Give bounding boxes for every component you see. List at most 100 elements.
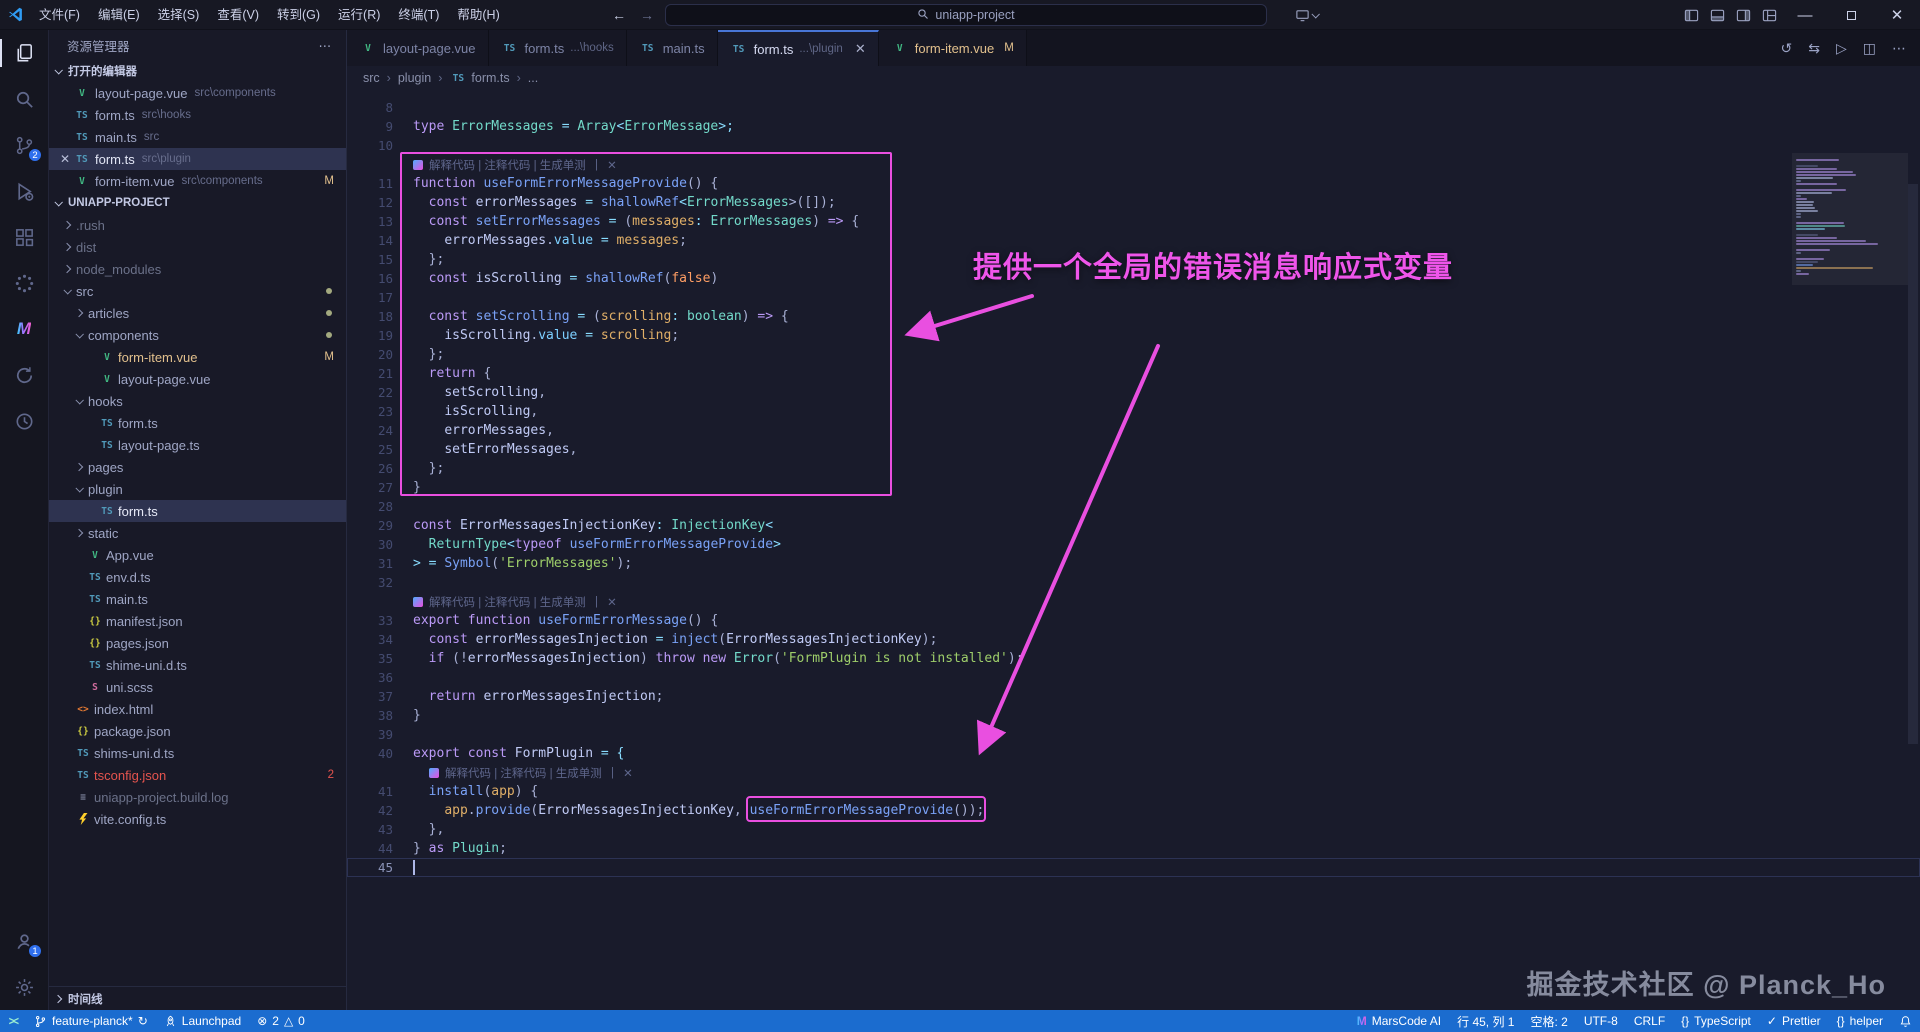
- breadcrumb-item[interactable]: src: [363, 71, 380, 85]
- status-cursor-position[interactable]: 行 45, 列 1: [1449, 1010, 1522, 1032]
- chevron-down-icon[interactable]: [71, 398, 86, 404]
- tree-item[interactable]: ≡uniapp-project.build.log: [49, 786, 346, 808]
- toggle-panel-icon[interactable]: [1704, 0, 1730, 30]
- codelens-label[interactable]: 解释代码 | 注释代码 | 生成单测: [429, 157, 586, 173]
- activity-marscode-ai[interactable]: M: [0, 306, 48, 352]
- compare-changes-icon[interactable]: ⇆: [1808, 40, 1820, 57]
- explorer-more-actions-icon[interactable]: ⋯: [319, 38, 333, 53]
- status-language-mode[interactable]: {}TypeScript: [1673, 1010, 1759, 1032]
- chevron-down-icon[interactable]: [71, 332, 86, 338]
- menu-item[interactable]: 查看(V): [208, 0, 268, 30]
- open-editors-header[interactable]: 打开的编辑器: [49, 60, 346, 82]
- activity-account[interactable]: 1: [0, 918, 48, 964]
- tree-item[interactable]: hooks: [49, 390, 346, 412]
- chevron-down-icon[interactable]: [59, 288, 74, 294]
- maximize-button[interactable]: [1828, 0, 1874, 30]
- status-prettier[interactable]: ✓Prettier: [1759, 1010, 1829, 1032]
- codelens-actions[interactable]: 解释代码 | 注释代码 | 生成单测 | ✕: [413, 157, 617, 173]
- status-encoding[interactable]: UTF-8: [1576, 1010, 1626, 1032]
- tree-item[interactable]: .rush: [49, 214, 346, 236]
- toggle-secondary-sidebar-icon[interactable]: [1730, 0, 1756, 30]
- tree-item[interactable]: TSform.ts: [49, 500, 346, 522]
- menu-item[interactable]: 文件(F): [30, 0, 89, 30]
- editor-tab[interactable]: Vlayout-page.vue: [347, 30, 489, 66]
- open-editor-item[interactable]: ✕TSform.tssrc\plugin: [49, 148, 346, 170]
- timeline-history-icon[interactable]: ↺: [1781, 40, 1793, 57]
- chevron-right-icon[interactable]: [59, 222, 74, 228]
- editor-tab[interactable]: TSform.ts...\hooks: [489, 30, 627, 66]
- scrollbar-thumb[interactable]: [1908, 184, 1918, 744]
- chevron-right-icon[interactable]: [59, 266, 74, 272]
- codelens-actions[interactable]: 解释代码 | 注释代码 | 生成单测 | ✕: [413, 594, 617, 610]
- tree-item[interactable]: {}pages.json: [49, 632, 346, 654]
- activity-search[interactable]: [0, 76, 48, 122]
- tree-item[interactable]: TStsconfig.json2: [49, 764, 346, 786]
- customize-layout-icon[interactable]: [1756, 0, 1782, 30]
- status-marscode-ai[interactable]: MMarsCode AI: [1349, 1010, 1449, 1032]
- status-indentation[interactable]: 空格: 2: [1522, 1010, 1575, 1032]
- activity-refresh-view[interactable]: [0, 352, 48, 398]
- codelens-actions[interactable]: 解释代码 | 注释代码 | 生成单测 | ✕: [429, 765, 633, 781]
- tree-item[interactable]: TSlayout-page.ts: [49, 434, 346, 456]
- forward-arrow-icon[interactable]: →: [640, 7, 654, 23]
- status-remote-indicator[interactable]: ><: [0, 1010, 26, 1032]
- status-notifications[interactable]: [1891, 1010, 1920, 1032]
- activity-source-control[interactable]: 2: [0, 122, 48, 168]
- menu-item[interactable]: 选择(S): [149, 0, 209, 30]
- status-helper[interactable]: {}helper: [1829, 1010, 1891, 1032]
- back-arrow-icon[interactable]: ←: [612, 7, 626, 23]
- timeline-header[interactable]: 时间线: [49, 986, 346, 1010]
- project-header[interactable]: UNIAPP-PROJECT: [49, 192, 346, 214]
- tree-item[interactable]: VApp.vue: [49, 544, 346, 566]
- tree-item[interactable]: {}package.json: [49, 720, 346, 742]
- breadcrumb-item[interactable]: ...: [528, 71, 538, 85]
- tree-item[interactable]: Vlayout-page.vue: [49, 368, 346, 390]
- chevron-right-icon[interactable]: [59, 244, 74, 250]
- close-button[interactable]: ✕: [1874, 0, 1920, 30]
- run-file-icon[interactable]: ▷: [1836, 40, 1847, 57]
- codelens-close-icon[interactable]: ✕: [607, 595, 617, 609]
- tree-item[interactable]: articles: [49, 302, 346, 324]
- tree-item[interactable]: vite.config.ts: [49, 808, 346, 830]
- breadcrumb-item[interactable]: plugin: [398, 71, 431, 85]
- tree-item[interactable]: TSform.ts: [49, 412, 346, 434]
- tree-item[interactable]: src: [49, 280, 346, 302]
- codelens-close-icon[interactable]: ✕: [607, 158, 617, 172]
- split-editor-icon[interactable]: ◫: [1863, 40, 1876, 57]
- chevron-down-icon[interactable]: [71, 486, 86, 492]
- tree-item[interactable]: Vform-item.vueM: [49, 346, 346, 368]
- tree-item[interactable]: pages: [49, 456, 346, 478]
- tree-item[interactable]: TSshime-uni.d.ts: [49, 654, 346, 676]
- tree-item[interactable]: components: [49, 324, 346, 346]
- tree-item[interactable]: Suni.scss: [49, 676, 346, 698]
- status-launchpad[interactable]: Launchpad: [156, 1010, 249, 1032]
- open-editor-item[interactable]: Vform-item.vuesrc\componentsM: [49, 170, 346, 192]
- tree-item[interactable]: node_modules: [49, 258, 346, 280]
- activity-timeline-view[interactable]: [0, 398, 48, 444]
- chevron-right-icon[interactable]: [71, 530, 86, 536]
- breadcrumb-item[interactable]: TSform.ts: [449, 70, 509, 86]
- menu-item[interactable]: 编辑(E): [89, 0, 149, 30]
- close-icon[interactable]: ✕: [855, 41, 866, 57]
- open-editor-item[interactable]: Vlayout-page.vuesrc\components: [49, 82, 346, 104]
- status-problems[interactable]: ⊗2△0: [249, 1010, 313, 1032]
- chevron-right-icon[interactable]: [71, 310, 86, 316]
- tree-item[interactable]: TSenv.d.ts: [49, 566, 346, 588]
- toggle-sidebar-icon[interactable]: [1678, 0, 1704, 30]
- minimize-button[interactable]: —: [1782, 0, 1828, 30]
- menu-item[interactable]: 终端(T): [389, 0, 448, 30]
- activity-remote-explorer[interactable]: [0, 260, 48, 306]
- editor-tab[interactable]: TSmain.ts: [627, 30, 718, 66]
- codelens-close-icon[interactable]: ✕: [623, 766, 633, 780]
- activity-explorer[interactable]: [0, 30, 48, 76]
- activity-settings[interactable]: [0, 964, 48, 1010]
- tree-item[interactable]: dist: [49, 236, 346, 258]
- tree-item[interactable]: TSmain.ts: [49, 588, 346, 610]
- activity-run-debug[interactable]: [0, 168, 48, 214]
- desktop-dropdown[interactable]: [1295, 8, 1318, 23]
- tree-item[interactable]: {}manifest.json: [49, 610, 346, 632]
- activity-extensions[interactable]: [0, 214, 48, 260]
- open-editor-item[interactable]: TSform.tssrc\hooks: [49, 104, 346, 126]
- menu-item[interactable]: 帮助(H): [448, 0, 508, 30]
- open-editor-item[interactable]: TSmain.tssrc: [49, 126, 346, 148]
